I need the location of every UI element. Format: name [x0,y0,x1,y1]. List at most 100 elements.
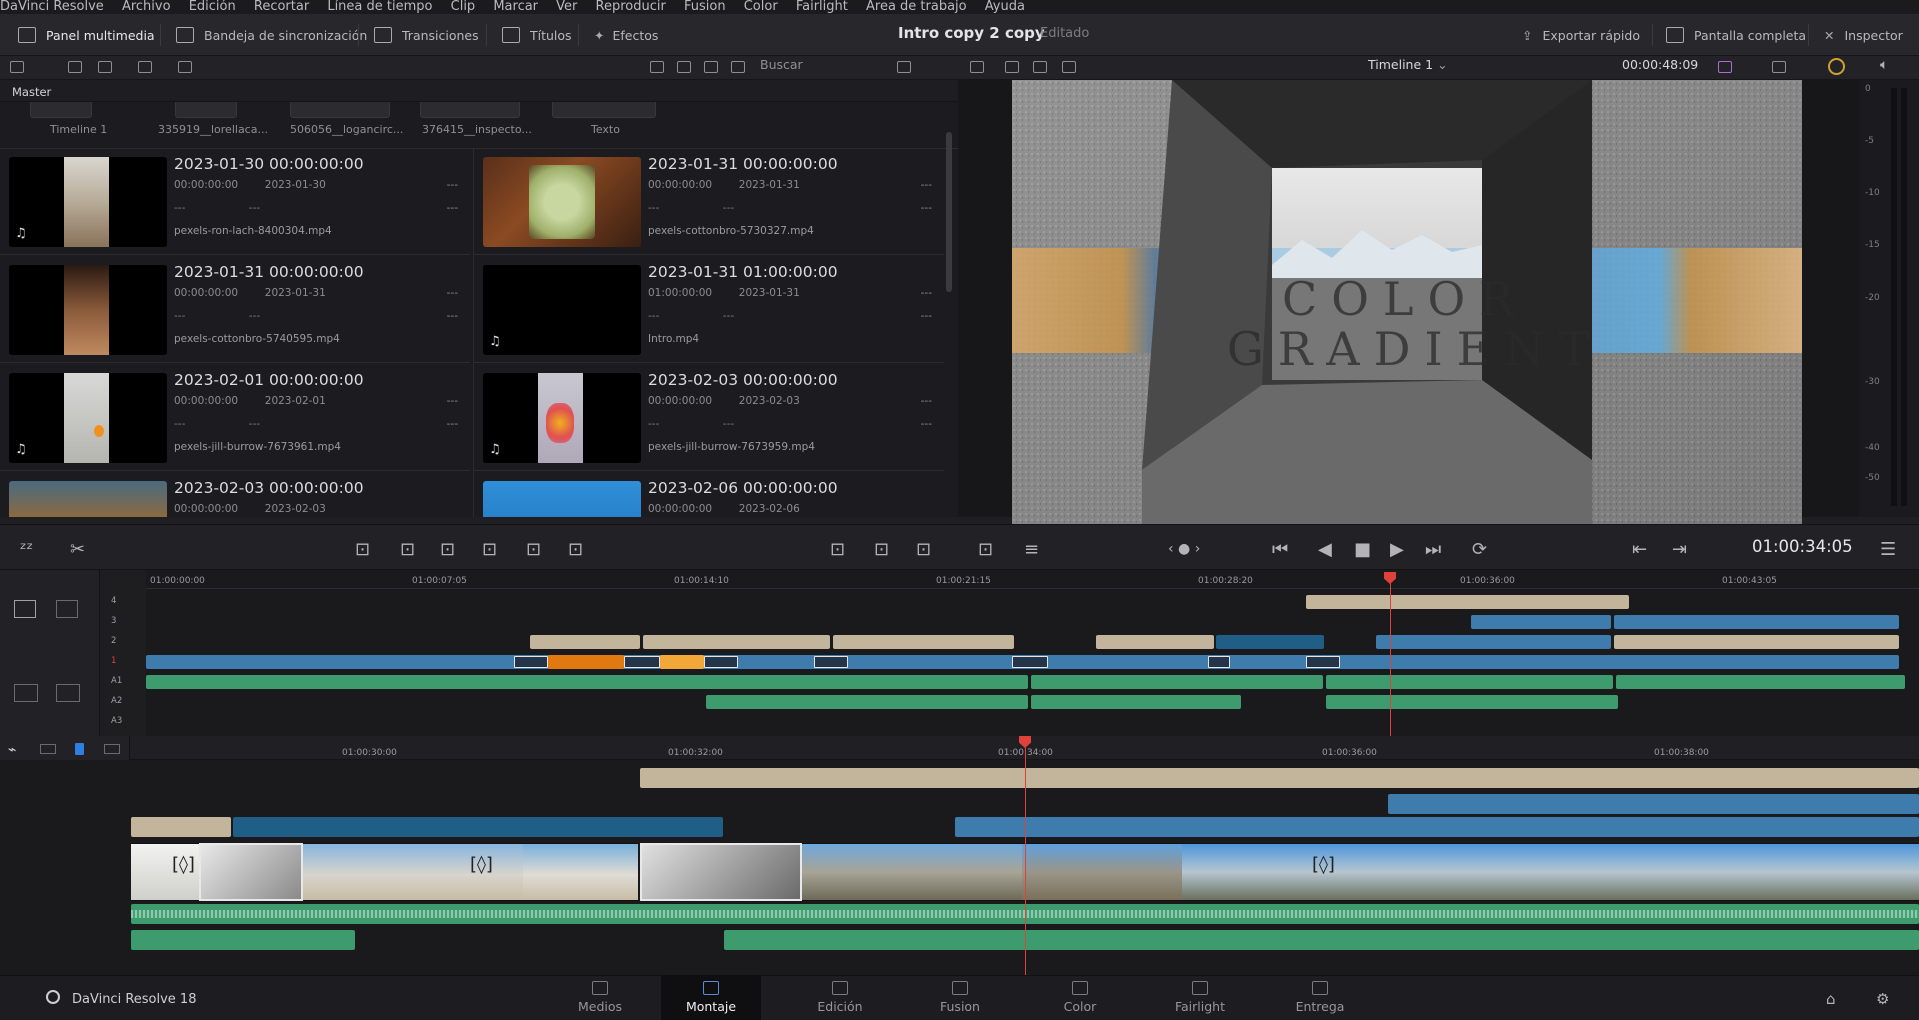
menu-reproducir[interactable]: Reproducir [596,0,666,14]
audio-clip[interactable] [146,675,1028,689]
page-media[interactable]: Medios [550,975,650,1020]
snap-icon[interactable]: ⌁ [8,742,16,758]
transition-frame[interactable] [640,843,802,901]
audio-clip[interactable] [1031,695,1241,709]
video-clip[interactable] [1471,615,1611,629]
loop-icon[interactable]: ⟳ [1472,539,1487,560]
append-icon[interactable]: ⊡ [568,539,583,560]
bin-name[interactable]: Master [12,85,51,99]
media-clip[interactable]: 2023-02-06 00:00:00:00 00:00:00:00 2023-… [474,473,944,517]
next-edit-icon[interactable]: ⇥ [1672,539,1687,560]
viewer-mode-icon[interactable] [970,61,984,73]
color-wheel-icon[interactable] [1828,58,1845,75]
waveform-icon[interactable]: ⊡ [916,539,931,560]
menu-linea-tiempo[interactable]: Línea de tiempo [327,0,432,14]
fit-fill-icon[interactable]: ⊡ [482,539,497,560]
filmstrip-frame[interactable] [413,843,523,901]
audio-link-icon[interactable] [56,684,80,702]
color-toggle-icon[interactable] [1718,61,1732,73]
metadata-view-icon[interactable] [650,61,664,73]
filmstrip-frame[interactable] [523,843,638,901]
menu-area-trabajo[interactable]: Área de trabajo [866,0,967,14]
fullscreen-button[interactable]: Pantalla completa [1666,24,1806,46]
media-item-label[interactable]: Timeline 1 [50,123,107,136]
page-cut[interactable]: Montaje [661,975,761,1020]
quick-export-button[interactable]: ⇪ Exportar rápido [1522,24,1640,46]
timeline-selector[interactable]: Timeline 1 ⌄ [1368,57,1448,72]
title-clip[interactable] [640,768,1919,788]
scissors-icon[interactable]: ✂ [70,539,85,560]
page-fusion[interactable]: Fusion [910,975,1010,1020]
media-clip[interactable]: 2023-01-31 00:00:00:00 00:00:00:00 2023-… [0,257,470,363]
audio-clip[interactable] [724,930,1919,950]
menu-recortar[interactable]: Recortar [254,0,309,14]
list-view-icon[interactable] [731,61,745,73]
effects-button[interactable]: ✦ Efectos [594,24,658,46]
media-clip[interactable]: ♫ 2023-02-03 00:00:00:00 00:00:00:00 202… [474,365,944,471]
lower-playhead[interactable] [1025,742,1026,975]
audio-clip[interactable] [1326,675,1613,689]
filmstrip-frame[interactable] [802,843,1022,901]
link-icon[interactable] [178,61,192,73]
film-icon[interactable] [1033,61,1047,73]
title-clip[interactable] [1306,595,1629,609]
filmstrip-frame[interactable] [1562,843,1919,901]
audio-clip[interactable] [131,930,355,950]
transitions-button[interactable]: Transiciones [374,24,479,46]
search-input[interactable]: Buscar [760,57,803,72]
settings-sliders-icon[interactable]: ≡ [1024,539,1039,560]
marker-icon[interactable] [104,744,120,754]
media-clip[interactable]: ♫ 2023-01-30 00:00:00:00 00:00:00:00 202… [0,149,470,255]
video-clip[interactable] [955,817,1919,837]
page-fairlight[interactable]: Fairlight [1150,975,1250,1020]
video-clip[interactable] [1376,635,1611,649]
inspector-button[interactable]: ✕ Inspector [1824,24,1903,46]
new-bin-icon[interactable] [68,61,82,73]
media-clip[interactable]: ♫ 2023-01-31 01:00:00:00 01:00:00:00 202… [474,257,944,363]
audio-clip[interactable] [706,695,1028,709]
upper-timeline[interactable] [0,570,1919,736]
menu-clip[interactable]: Clip [451,0,476,14]
safe-area-icon[interactable] [1005,61,1019,73]
transition-marker[interactable] [1208,656,1230,668]
page-color[interactable]: Color [1030,975,1130,1020]
menu-color[interactable]: Color [744,0,778,14]
transition-marker[interactable] [514,656,548,668]
menu-davinci[interactable]: DaVinci Resolve [0,0,104,14]
transition-marker[interactable] [624,656,660,668]
sort-icon[interactable] [897,61,911,73]
filmstrip-frame[interactable] [303,843,413,901]
dual-viewer-icon[interactable]: ⊡ [978,539,993,560]
skip-forward-icon[interactable]: ⏭ [1425,539,1441,560]
filmstrip-frame[interactable] [1182,843,1562,901]
audio-clip[interactable] [1031,675,1323,689]
audio-clip[interactable] [1616,675,1905,689]
media-pool-button[interactable]: Panel multimedia [18,24,155,46]
play-reverse-icon[interactable]: ◀ [1318,539,1332,560]
media-item-label[interactable]: 335919__lorellaca... [158,123,268,136]
filmstrip-frame[interactable] [1022,843,1182,901]
menu-fairlight[interactable]: Fairlight [796,0,848,14]
stop-icon[interactable]: ■ [1354,539,1371,560]
audio-routing-icon[interactable] [14,684,38,702]
transition-marker[interactable] [704,656,738,668]
media-clip[interactable]: 2023-01-31 00:00:00:00 00:00:00:00 2023-… [474,149,944,255]
titles-button[interactable]: Títulos [502,24,572,46]
place-on-top-icon[interactable]: ⊡ [526,539,541,560]
media-item-label[interactable]: 506056__logancirc... [290,123,403,136]
track-lock-icon[interactable] [14,600,36,618]
title-clip[interactable] [1614,635,1899,649]
video-clip[interactable] [1388,794,1919,814]
dual-timeline-icon[interactable]: ⊡ [830,539,845,560]
page-edit[interactable]: Edición [790,975,890,1020]
jog-icon[interactable]: ‹ ● › [1168,541,1200,557]
gear-icon[interactable]: ⚙ [1876,990,1889,1008]
title-clip[interactable] [643,635,830,649]
refresh-icon[interactable] [138,61,152,73]
audio-clip[interactable] [1326,695,1618,709]
menu-marcar[interactable]: Marcar [493,0,538,14]
media-clip[interactable]: ♫ 2023-02-01 00:00:00:00 00:00:00:00 202… [0,365,470,471]
transition-frame[interactable] [199,843,303,901]
title-clip[interactable] [1096,635,1214,649]
play-icon[interactable]: ▶ [1390,539,1404,560]
